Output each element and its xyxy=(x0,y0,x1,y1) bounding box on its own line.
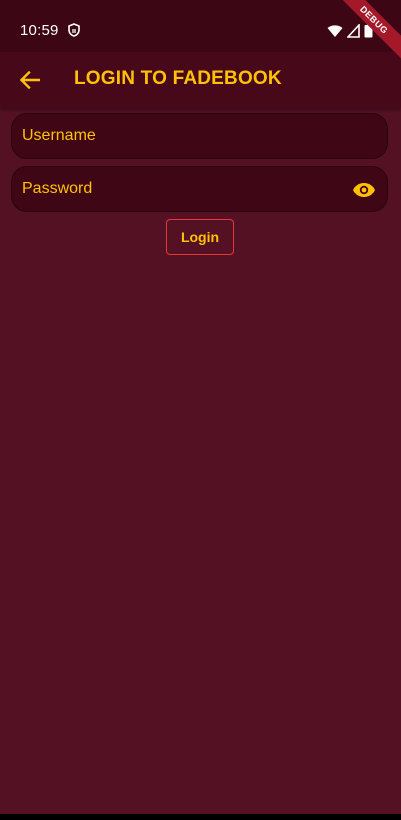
eye-icon xyxy=(353,183,375,197)
page-title: LOGIN TO FADEBOOK xyxy=(74,68,282,89)
password-field[interactable] xyxy=(11,166,388,212)
arrow-back-icon xyxy=(20,71,40,89)
password-input[interactable] xyxy=(22,167,342,211)
app-bar: LOGIN TO FADEBOOK xyxy=(0,52,401,108)
status-bar: 10:59 xyxy=(0,0,401,52)
status-time: 10:59 xyxy=(20,22,59,39)
shield-icon xyxy=(68,23,80,37)
password-visibility-toggle[interactable] xyxy=(351,177,377,203)
username-input[interactable] xyxy=(22,114,342,158)
back-button[interactable] xyxy=(16,66,44,94)
wifi-icon xyxy=(327,24,343,37)
status-icons xyxy=(327,23,373,38)
login-button[interactable]: Login xyxy=(166,219,234,255)
navigation-bar xyxy=(0,814,401,820)
username-field[interactable] xyxy=(11,113,388,159)
signal-icon xyxy=(347,23,360,38)
